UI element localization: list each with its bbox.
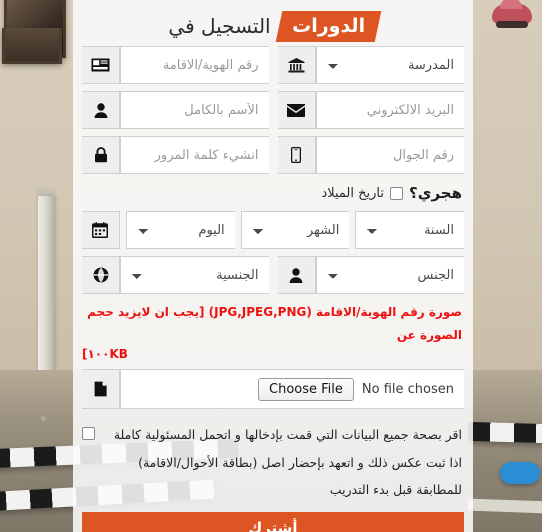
form-row-identity: المدرسة bbox=[82, 46, 464, 84]
email-input[interactable] bbox=[315, 91, 464, 129]
calendar-icon bbox=[81, 211, 120, 249]
nationality-select[interactable]: الجنسية bbox=[120, 256, 269, 294]
form-row-name-email bbox=[82, 91, 464, 129]
envelope-icon bbox=[277, 91, 316, 129]
school-group: المدرسة bbox=[277, 46, 464, 84]
gender-group: الجنس bbox=[277, 256, 464, 294]
user-icon bbox=[82, 91, 120, 129]
nationality-group: الجنسية bbox=[82, 256, 269, 294]
form-header: الدورات التسجيل في bbox=[82, 0, 464, 46]
form-row-password-mobile bbox=[82, 136, 464, 174]
file-input[interactable]: Choose File No file chosen bbox=[120, 369, 464, 410]
lock-icon bbox=[82, 136, 120, 174]
screenshot-root: الدورات التسجيل في المدرسة رقم الهوية/ال… bbox=[0, 0, 542, 532]
image-requirements-line1: صورة رقم الهوية/الاقامة (JPG,JPEG,PNG) [… bbox=[87, 305, 462, 342]
header-badge-label: الدورات bbox=[291, 14, 365, 37]
header-badge: الدورات bbox=[275, 10, 381, 42]
school-select[interactable]: المدرسة bbox=[315, 46, 464, 84]
mobile-group bbox=[277, 136, 464, 174]
birth-year-select[interactable]: السنة bbox=[355, 211, 464, 249]
birthdate-selects-row: السنة الشهر اليوم bbox=[81, 211, 464, 249]
email-group bbox=[277, 91, 464, 129]
submit-button[interactable]: أشترك bbox=[82, 511, 464, 532]
form-row-nationality-gender: الجنس الجنسية bbox=[82, 256, 464, 294]
id-image-upload-group: Choose File No file chosen bbox=[82, 369, 464, 410]
bank-icon bbox=[277, 46, 316, 84]
agreement-text: اقر بصحة جميع البيانات التي قمت بإدخالها… bbox=[102, 421, 462, 504]
globe-icon bbox=[82, 256, 120, 294]
password-input[interactable] bbox=[120, 136, 269, 174]
background-blue-object bbox=[500, 462, 540, 484]
birth-month-select[interactable]: الشهر bbox=[240, 211, 350, 249]
gender-select[interactable]: الجنس bbox=[315, 256, 464, 294]
page-title: التسجيل في bbox=[168, 14, 271, 38]
id-number-input[interactable] bbox=[120, 46, 269, 84]
file-icon bbox=[82, 369, 120, 410]
full-name-input[interactable] bbox=[120, 91, 269, 129]
id-card-icon bbox=[82, 46, 120, 84]
background-toy-car bbox=[492, 0, 532, 28]
birth-day-select[interactable]: اليوم bbox=[125, 211, 235, 249]
registration-form-panel: الدورات التسجيل في المدرسة رقم الهوية/ال… bbox=[73, 0, 473, 532]
id-number-group bbox=[82, 46, 269, 84]
mobile-icon bbox=[277, 136, 316, 174]
birthdate-label: تاريخ الميلاد bbox=[321, 185, 384, 201]
agreement-line2: عكس ذلك و اتعهد بإحضار اصل (بطاقة الأحوا… bbox=[138, 454, 462, 498]
full-name-group bbox=[82, 91, 269, 129]
birthdate-label-row: هجري؟ تاريخ الميلاد bbox=[82, 181, 462, 205]
choose-file-button[interactable]: Choose File bbox=[258, 377, 354, 401]
agreement-checkbox[interactable] bbox=[82, 427, 95, 441]
background-poster-left-lower bbox=[2, 28, 62, 64]
password-group bbox=[82, 136, 269, 174]
image-requirements-note: صورة رقم الهوية/الاقامة (JPG,JPEG,PNG) [… bbox=[82, 301, 462, 365]
agreement-row: اقر بصحة جميع البيانات التي قمت بإدخالها… bbox=[82, 421, 462, 504]
mobile-input[interactable] bbox=[315, 136, 464, 174]
hijri-checkbox[interactable] bbox=[390, 186, 403, 200]
user-icon bbox=[277, 256, 316, 294]
file-status-label: No file chosen bbox=[361, 381, 454, 397]
hijri-label: هجري؟ bbox=[409, 184, 462, 202]
